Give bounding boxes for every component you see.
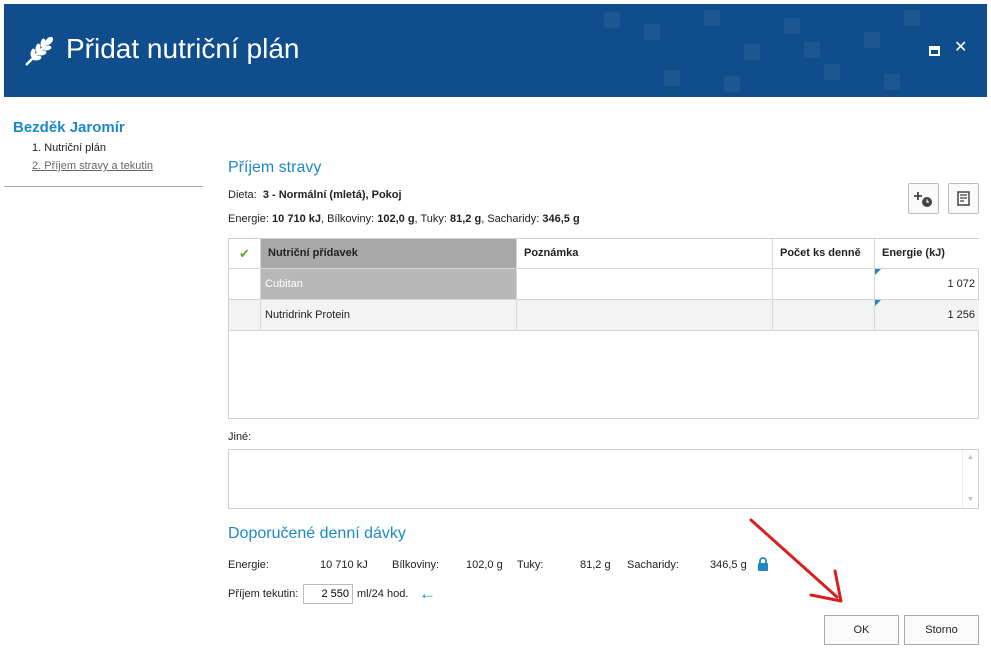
diet-value: 3 - Normální (mletá), Pokoj [262, 189, 402, 201]
rec-carb-value: 346,5 g [710, 559, 747, 571]
notes-button[interactable] [948, 183, 979, 214]
table-cell-note[interactable] [517, 300, 773, 331]
fluid-intake-unit: ml/24 hod. [357, 588, 409, 600]
scroll-up-icon[interactable]: ▲ [967, 454, 974, 461]
rec-fat-label: Tuky: [517, 559, 544, 571]
row-selector[interactable] [229, 269, 261, 300]
column-header-supplement[interactable]: Nutriční přídavek [261, 239, 517, 269]
row-selector[interactable] [229, 300, 261, 331]
table-cell-count[interactable] [773, 300, 875, 331]
table-cell-count[interactable] [773, 269, 875, 300]
ok-button[interactable]: OK [824, 615, 899, 645]
title-bar: Přidat nutriční plán ✕ [4, 4, 987, 97]
table-cell-supplement[interactable]: Nutridrink Protein [261, 300, 517, 331]
table-cell-energy[interactable]: 1 256 [875, 300, 979, 331]
notes-icon [957, 191, 970, 206]
window-title: Přidat nutriční plán [66, 33, 300, 64]
add-schedule-icon [914, 192, 932, 207]
cancel-button[interactable]: Storno [904, 615, 979, 645]
maximize-icon[interactable] [929, 46, 940, 56]
cell-indicator [875, 269, 881, 275]
check-icon: ✔ [239, 246, 250, 261]
annotation-arrow-icon [749, 518, 843, 603]
add-schedule-button[interactable] [908, 183, 939, 214]
table-cell-note[interactable] [517, 269, 773, 300]
other-scrollbar[interactable]: ▲ ▼ [962, 450, 978, 508]
other-textarea[interactable] [228, 449, 979, 509]
table-cell-energy[interactable]: 1 072 [875, 269, 979, 300]
close-icon[interactable]: ✕ [954, 40, 968, 56]
sidebar-item-nutrition-plan[interactable]: 1. Nutriční plán [32, 142, 106, 154]
column-header-energy[interactable]: Energie (kJ) [875, 239, 979, 269]
cell-indicator [875, 300, 881, 306]
rec-carb-label: Sacharidy: [627, 559, 679, 571]
wheat-icon [25, 36, 54, 66]
sidebar-divider [4, 186, 203, 187]
rec-protein-value: 102,0 g [466, 559, 503, 571]
rec-energy-value: 10 710 kJ [320, 559, 368, 571]
section-title-recommended: Doporučené denní dávky [228, 525, 406, 542]
select-column-header[interactable]: ✔ [229, 239, 261, 269]
scroll-down-icon[interactable]: ▼ [967, 496, 974, 503]
column-header-note[interactable]: Poznámka [517, 239, 773, 269]
fluid-intake-label: Příjem tekutin: [228, 588, 299, 600]
sidebar-item-food-intake[interactable]: 2. Příjem stravy a tekutin [32, 160, 153, 172]
rec-protein-label: Bílkoviny: [392, 559, 440, 571]
diet-info: Dieta: 3 - Normální (mletá), Pokoj [228, 189, 402, 201]
section-title-food-intake: Příjem stravy [228, 159, 322, 176]
nutrition-table: ✔ Nutriční přídavek Poznámka Počet ks de… [228, 238, 979, 419]
table-cell-supplement[interactable]: Cubitan [261, 269, 517, 300]
rec-energy-label: Energie: [228, 559, 269, 571]
energy-summary: Energie: 10 710 kJ, Bílkoviny: 102,0 g, … [228, 213, 580, 225]
column-header-count[interactable]: Počet ks denně [773, 239, 875, 269]
other-label: Jiné: [228, 431, 252, 443]
arrow-left-icon[interactable]: ← [419, 584, 436, 604]
fluid-intake-input[interactable] [303, 584, 353, 604]
patient-name: Bezděk Jaromír [13, 119, 125, 136]
rec-fat-value: 81,2 g [580, 559, 611, 571]
